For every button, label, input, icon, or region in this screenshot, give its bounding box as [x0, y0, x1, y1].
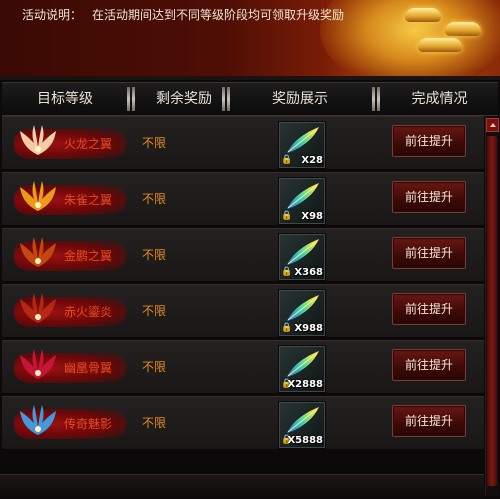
- rank-badge: 金鹏之翼: [14, 231, 126, 279]
- table-row: 朱雀之翼 不限 🔒 X98 前往提升: [2, 172, 484, 226]
- reward-count: X2888: [287, 379, 323, 390]
- rank-name: 金鹏之翼: [64, 249, 113, 263]
- wing-icon: [20, 293, 56, 323]
- activity-notice: 活动说明： 在活动期间达到不同等级阶段均可领取升级奖励: [22, 6, 344, 23]
- wing-icon: [20, 181, 56, 211]
- reward-count: X28: [301, 155, 323, 166]
- rank-badge: 朱雀之翼: [14, 175, 126, 223]
- table-row: 传奇魅影 不限 🔒 X5888 前往提升: [2, 396, 484, 450]
- remaining-reward: 不限: [142, 248, 167, 262]
- reward-count: X988: [294, 323, 323, 334]
- reward-slot[interactable]: 🔒 X2888: [278, 345, 326, 393]
- scroll-up-arrow-icon[interactable]: [486, 118, 499, 132]
- reward-slot[interactable]: 🔒 X98: [278, 177, 326, 225]
- rank-name: 朱雀之翼: [64, 193, 113, 207]
- gold-ingot-icon: [418, 38, 462, 52]
- gold-ingot-icon: [405, 8, 441, 22]
- reward-count: X368: [294, 267, 323, 278]
- lock-icon: 🔒: [281, 211, 293, 221]
- remaining-reward: 不限: [142, 416, 167, 430]
- table-row: 幽凰骨翼 不限 🔒 X2888 前往提升: [2, 340, 484, 394]
- divider: [0, 76, 500, 80]
- rank-badge: 赤火鎏炎: [14, 287, 126, 335]
- wing-icon: [20, 237, 56, 267]
- lock-icon: 🔒: [281, 323, 293, 333]
- go-upgrade-button[interactable]: 前往提升: [392, 181, 466, 213]
- table-row: 赤火鎏炎 不限 🔒 X988 前往提升: [2, 284, 484, 338]
- feather-icon: [287, 407, 319, 433]
- reward-slot[interactable]: 🔒 X5888: [278, 401, 326, 449]
- go-upgrade-button[interactable]: 前往提升: [392, 293, 466, 325]
- header-divider: [221, 87, 231, 111]
- header-reward: 奖励展示: [272, 91, 328, 107]
- rank-name: 赤火鎏炎: [64, 305, 113, 319]
- reward-slot[interactable]: 🔒 X368: [278, 233, 326, 281]
- feather-icon: [287, 351, 319, 377]
- scroll-thumb[interactable]: [487, 136, 497, 486]
- header-divider: [371, 87, 381, 111]
- feather-icon: [287, 295, 319, 321]
- go-upgrade-button[interactable]: 前往提升: [392, 405, 466, 437]
- wing-icon: [20, 349, 56, 379]
- rank-badge: 传奇魅影: [14, 399, 126, 447]
- rank-name: 火龙之翼: [64, 137, 113, 151]
- scrollbar[interactable]: [485, 116, 499, 496]
- reward-slot[interactable]: 🔒 X28: [278, 121, 326, 169]
- remaining-reward: 不限: [142, 136, 167, 150]
- header-status: 完成情况: [411, 91, 468, 107]
- remaining-reward: 不限: [142, 304, 167, 318]
- lock-icon: 🔒: [281, 155, 293, 165]
- remaining-reward: 不限: [142, 192, 167, 206]
- table-footer: [0, 474, 484, 499]
- go-upgrade-button[interactable]: 前往提升: [392, 349, 466, 381]
- table-header: 目标等级 剩余奖励 奖励展示 完成情况: [2, 82, 498, 116]
- notice-text: 在活动期间达到不同等级阶段均可领取升级奖励: [92, 8, 345, 22]
- table-row: 金鹏之翼 不限 🔒 X368 前往提升: [2, 228, 484, 282]
- go-upgrade-button[interactable]: 前往提升: [392, 237, 466, 269]
- gold-ingot-icon: [445, 22, 481, 36]
- rank-name: 传奇魅影: [64, 417, 113, 431]
- header-remain: 剩余奖励: [156, 91, 212, 107]
- wing-icon: [20, 405, 56, 435]
- reward-count: X98: [301, 211, 323, 222]
- feather-icon: [287, 127, 319, 153]
- remaining-reward: 不限: [142, 360, 167, 374]
- lock-icon: 🔒: [281, 267, 293, 277]
- reward-slot[interactable]: 🔒 X988: [278, 289, 326, 337]
- rank-name: 幽凰骨翼: [64, 361, 113, 375]
- rank-badge: 火龙之翼: [14, 119, 126, 167]
- header-rank: 目标等级: [37, 91, 93, 107]
- go-upgrade-button[interactable]: 前往提升: [392, 125, 466, 157]
- rank-badge: 幽凰骨翼: [14, 343, 126, 391]
- feather-icon: [287, 239, 319, 265]
- table-row: 火龙之翼 不限 🔒 X28 前往提升: [2, 116, 484, 170]
- reward-count: X5888: [287, 435, 323, 446]
- feather-icon: [287, 183, 319, 209]
- wing-icon: [20, 125, 56, 155]
- activity-banner: 活动说明： 在活动期间达到不同等级阶段均可领取升级奖励: [0, 0, 500, 78]
- header-divider: [126, 87, 136, 111]
- notice-label: 活动说明：: [22, 8, 83, 22]
